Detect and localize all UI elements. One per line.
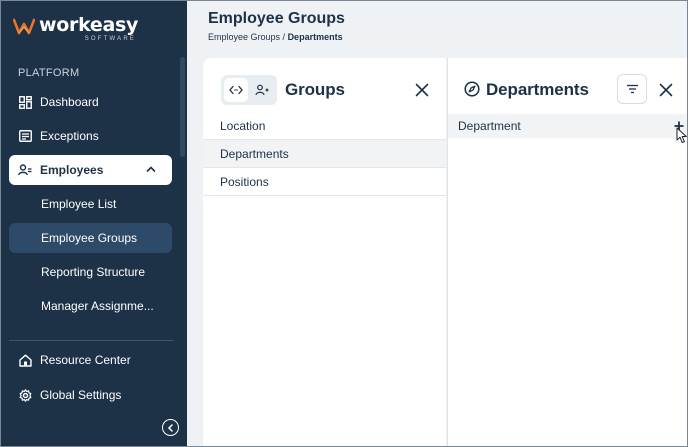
departments-panel-title: Departments xyxy=(486,80,589,99)
breadcrumb-parent[interactable]: Employee Groups xyxy=(208,32,280,42)
dashboard-icon xyxy=(18,95,32,109)
close-departments-panel-button[interactable] xyxy=(658,82,674,98)
sidebar-subitem-reporting-structure[interactable]: Reporting Structure xyxy=(9,257,172,287)
workeasy-logo-icon xyxy=(13,18,35,35)
sidebar-scrollbar[interactable] xyxy=(180,57,185,157)
close-icon xyxy=(415,83,429,97)
group-row-positions[interactable]: Positions xyxy=(203,168,446,196)
users-icon xyxy=(255,84,269,96)
group-row-label: Location xyxy=(220,118,266,133)
exceptions-icon xyxy=(18,129,32,143)
sidebar-subitem-employee-groups[interactable]: Employee Groups xyxy=(9,223,172,253)
chevron-left-icon xyxy=(167,423,173,432)
sidebar-item-label: Exceptions xyxy=(40,129,99,143)
group-row-location[interactable]: Location xyxy=(203,112,446,140)
sidebar-section-label: PLATFORM xyxy=(18,67,80,79)
breadcrumb: Employee Groups / Departments xyxy=(208,32,343,42)
sidebar-item-dashboard[interactable]: Dashboard xyxy=(9,87,172,117)
sidebar-item-label: Global Settings xyxy=(40,388,122,402)
sidebar-subitem-label: Employee Groups xyxy=(41,231,138,245)
groups-panel: Groups Location Departments Positions xyxy=(203,58,446,446)
sidebar-item-resource-center[interactable]: Resource Center xyxy=(9,345,172,375)
filter-icon xyxy=(626,84,638,94)
groups-panel-title: Groups xyxy=(285,80,345,99)
departments-panel: Departments Department xyxy=(447,58,687,446)
toggle-people-view[interactable] xyxy=(250,78,274,102)
department-column-label: Department xyxy=(458,119,521,133)
employees-icon xyxy=(18,163,32,177)
mouse-pointer-icon xyxy=(676,127,687,143)
brand-name: workeasy xyxy=(39,14,139,36)
group-row-label: Positions xyxy=(220,174,269,189)
sidebar-subitem-label: Employee List xyxy=(41,197,117,211)
department-column-header: Department xyxy=(448,114,687,138)
sidebar-subitem-manager-assignments[interactable]: Manager Assignme... xyxy=(9,291,172,321)
sidebar-item-label: Employees xyxy=(40,163,104,177)
page-title: Employee Groups xyxy=(208,10,345,27)
sidebar-divider xyxy=(9,340,174,341)
close-icon xyxy=(659,83,673,97)
breadcrumb-current: Departments xyxy=(287,32,343,42)
close-groups-panel-button[interactable] xyxy=(414,82,430,98)
gear-icon xyxy=(18,388,32,402)
sidebar-collapse-button[interactable] xyxy=(162,419,179,436)
view-toggle xyxy=(221,75,277,105)
chevron-up-icon[interactable] xyxy=(146,164,156,174)
sidebar-item-employees[interactable]: Employees xyxy=(9,155,172,185)
code-icon xyxy=(229,85,243,95)
group-row-departments[interactable]: Departments xyxy=(203,140,446,168)
sidebar-item-label: Dashboard xyxy=(40,95,99,109)
app-window: workeasy SOFTWARE PLATFORM Dashboard Exc… xyxy=(0,0,688,447)
compass-icon xyxy=(464,81,480,97)
sidebar-subitem-label: Reporting Structure xyxy=(41,265,146,279)
toggle-code-view[interactable] xyxy=(224,78,248,102)
breadcrumb-separator: / xyxy=(280,32,288,42)
filter-button[interactable] xyxy=(617,74,647,104)
sidebar-subitem-employee-list[interactable]: Employee List xyxy=(9,189,172,219)
sidebar-item-global-settings[interactable]: Global Settings xyxy=(9,380,172,410)
brand-tagline: SOFTWARE xyxy=(84,36,137,42)
sidebar-subitem-label: Manager Assignme... xyxy=(41,299,154,313)
sidebar: workeasy SOFTWARE PLATFORM Dashboard Exc… xyxy=(1,1,187,446)
sidebar-item-label: Resource Center xyxy=(40,353,131,367)
group-row-label: Departments xyxy=(220,146,289,161)
brand-logo[interactable]: workeasy SOFTWARE xyxy=(13,15,138,45)
sidebar-item-exceptions[interactable]: Exceptions xyxy=(9,121,172,151)
home-icon xyxy=(18,353,32,367)
